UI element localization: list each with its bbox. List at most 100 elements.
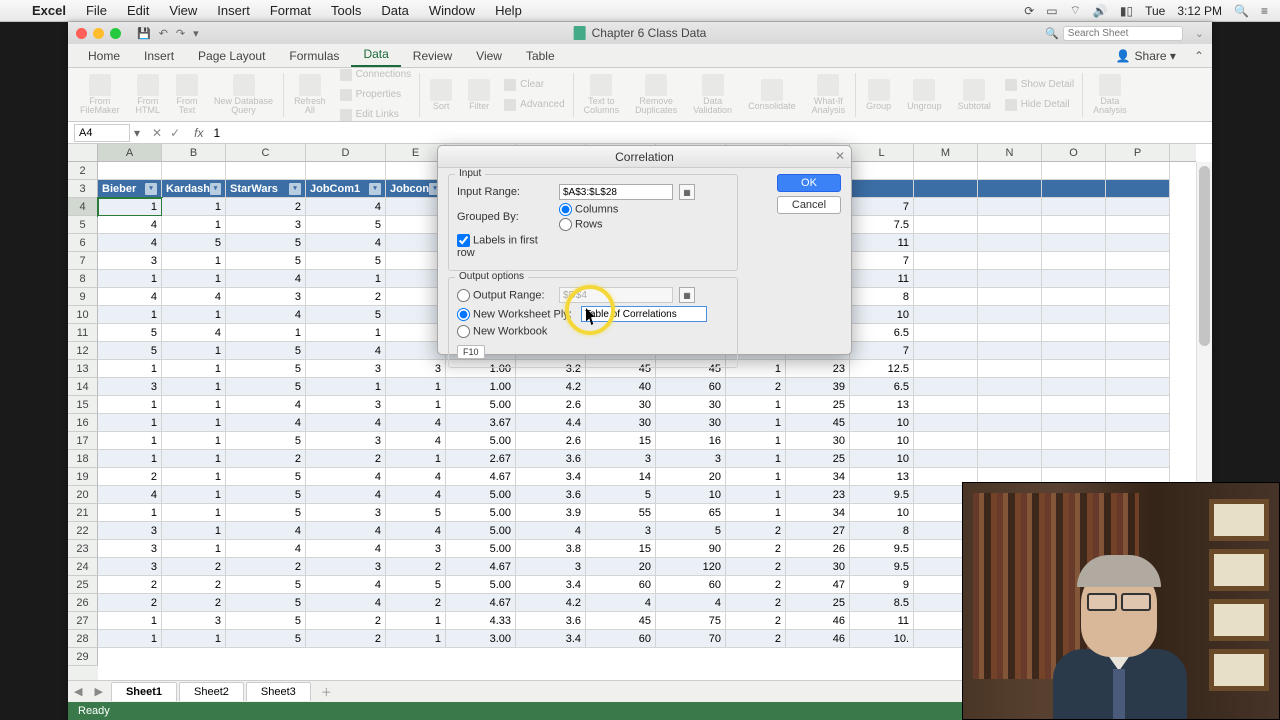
cell[interactable]: 5.00 (446, 396, 516, 414)
cell[interactable]: 1 (726, 486, 786, 504)
cell[interactable]: 4 (306, 342, 386, 360)
cell[interactable]: 13 (850, 468, 914, 486)
cell[interactable] (1106, 378, 1170, 396)
cell[interactable]: 1 (162, 468, 226, 486)
cell[interactable]: 65 (656, 504, 726, 522)
cell[interactable]: 1 (162, 360, 226, 378)
rib-group[interactable]: Group (866, 102, 891, 111)
cell[interactable]: 2 (726, 540, 786, 558)
cell[interactable]: 46 (786, 612, 850, 630)
cell[interactable]: 7 (850, 252, 914, 270)
cell[interactable]: 1 (162, 450, 226, 468)
cell[interactable]: 3 (306, 432, 386, 450)
cell[interactable]: 26 (786, 540, 850, 558)
cell[interactable]: 1 (162, 252, 226, 270)
cell[interactable]: 3 (98, 540, 162, 558)
cell[interactable]: 10 (850, 414, 914, 432)
cell[interactable]: 1 (726, 450, 786, 468)
cell[interactable]: 5 (226, 576, 306, 594)
row-header[interactable]: 23 (68, 540, 98, 558)
row-header[interactable]: 29 (68, 648, 98, 666)
col-header[interactable]: M (914, 144, 978, 161)
cell[interactable]: 5 (98, 342, 162, 360)
cell[interactable]: 9.5 (850, 486, 914, 504)
cell[interactable]: 4 (306, 234, 386, 252)
rib-remdup[interactable]: RemoveDuplicates (635, 97, 677, 115)
cell[interactable]: 11 (850, 612, 914, 630)
cell[interactable] (1042, 306, 1106, 324)
cell[interactable]: 3 (586, 522, 656, 540)
cell[interactable]: 2 (386, 558, 446, 576)
cell[interactable]: 2 (98, 594, 162, 612)
cell[interactable]: 5.00 (446, 432, 516, 450)
cell[interactable]: 1 (386, 450, 446, 468)
cell[interactable]: 3 (98, 522, 162, 540)
cell[interactable]: 5 (386, 504, 446, 522)
cell[interactable]: 1 (98, 306, 162, 324)
cell[interactable]: 4 (656, 594, 726, 612)
cell[interactable] (978, 198, 1042, 216)
new-worksheet-name-field[interactable] (581, 306, 707, 322)
cell[interactable] (1042, 324, 1106, 342)
cell[interactable] (978, 234, 1042, 252)
cell[interactable] (978, 324, 1042, 342)
cell[interactable]: 1 (162, 306, 226, 324)
cell[interactable]: 3 (226, 216, 306, 234)
cell[interactable]: 30 (786, 558, 850, 576)
cell[interactable]: 10 (850, 306, 914, 324)
cell[interactable] (1042, 414, 1106, 432)
cell[interactable]: 1 (162, 270, 226, 288)
cell[interactable]: 4 (226, 522, 306, 540)
cell[interactable]: 23 (786, 486, 850, 504)
cell[interactable]: 4 (306, 522, 386, 540)
cell[interactable]: 1 (726, 396, 786, 414)
cell[interactable]: 2 (306, 288, 386, 306)
cell[interactable] (914, 342, 978, 360)
cell[interactable]: 9.5 (850, 558, 914, 576)
rib-textcols[interactable]: Text toColumns (584, 97, 620, 115)
tab-view[interactable]: View (464, 45, 514, 67)
cell[interactable]: 1 (98, 198, 162, 216)
cell[interactable]: 16 (656, 432, 726, 450)
cell[interactable]: 2 (226, 558, 306, 576)
cell[interactable]: 4 (98, 486, 162, 504)
cell[interactable]: 5.00 (446, 504, 516, 522)
cell[interactable]: 6.5 (850, 324, 914, 342)
input-range-field[interactable] (559, 184, 673, 200)
cell[interactable]: 3.6 (516, 450, 586, 468)
cell[interactable]: 4.2 (516, 378, 586, 396)
rib-filter[interactable]: Filter (469, 102, 489, 111)
cell[interactable]: 4 (98, 234, 162, 252)
cell[interactable]: 1 (98, 432, 162, 450)
row-header[interactable]: 26 (68, 594, 98, 612)
cell[interactable] (1042, 198, 1106, 216)
cell[interactable]: 30 (656, 396, 726, 414)
output-range-picker-icon[interactable]: ▦ (679, 287, 695, 303)
cell[interactable] (1106, 396, 1170, 414)
row-header[interactable]: 14 (68, 378, 98, 396)
row-header[interactable]: 10 (68, 306, 98, 324)
cell[interactable]: 4 (162, 324, 226, 342)
cell[interactable]: 4 (226, 414, 306, 432)
table-header[interactable]: Kardash▾ (162, 180, 226, 198)
filter-dropdown-icon[interactable]: ▾ (145, 183, 157, 195)
menu-help[interactable]: Help (485, 3, 532, 18)
cell[interactable]: 10 (850, 432, 914, 450)
cell[interactable]: 3.9 (516, 504, 586, 522)
cell[interactable]: 1 (98, 630, 162, 648)
menu-extras-icon[interactable]: ≡ (1261, 4, 1268, 18)
wifi-icon[interactable]: ⌔ (1070, 3, 1081, 18)
cell[interactable] (978, 342, 1042, 360)
cell[interactable]: 2 (98, 468, 162, 486)
cell[interactable] (978, 360, 1042, 378)
cell[interactable]: 1 (726, 432, 786, 450)
cell[interactable] (914, 216, 978, 234)
row-header[interactable]: 21 (68, 504, 98, 522)
input-range-picker-icon[interactable]: ▦ (679, 184, 695, 200)
cell[interactable]: 10 (850, 450, 914, 468)
row-header[interactable]: 17 (68, 432, 98, 450)
cell[interactable]: 5 (306, 252, 386, 270)
collapse-ribbon-icon[interactable]: ⌃ (1186, 45, 1212, 67)
cell[interactable]: 4 (306, 594, 386, 612)
cell[interactable]: 3.8 (516, 540, 586, 558)
